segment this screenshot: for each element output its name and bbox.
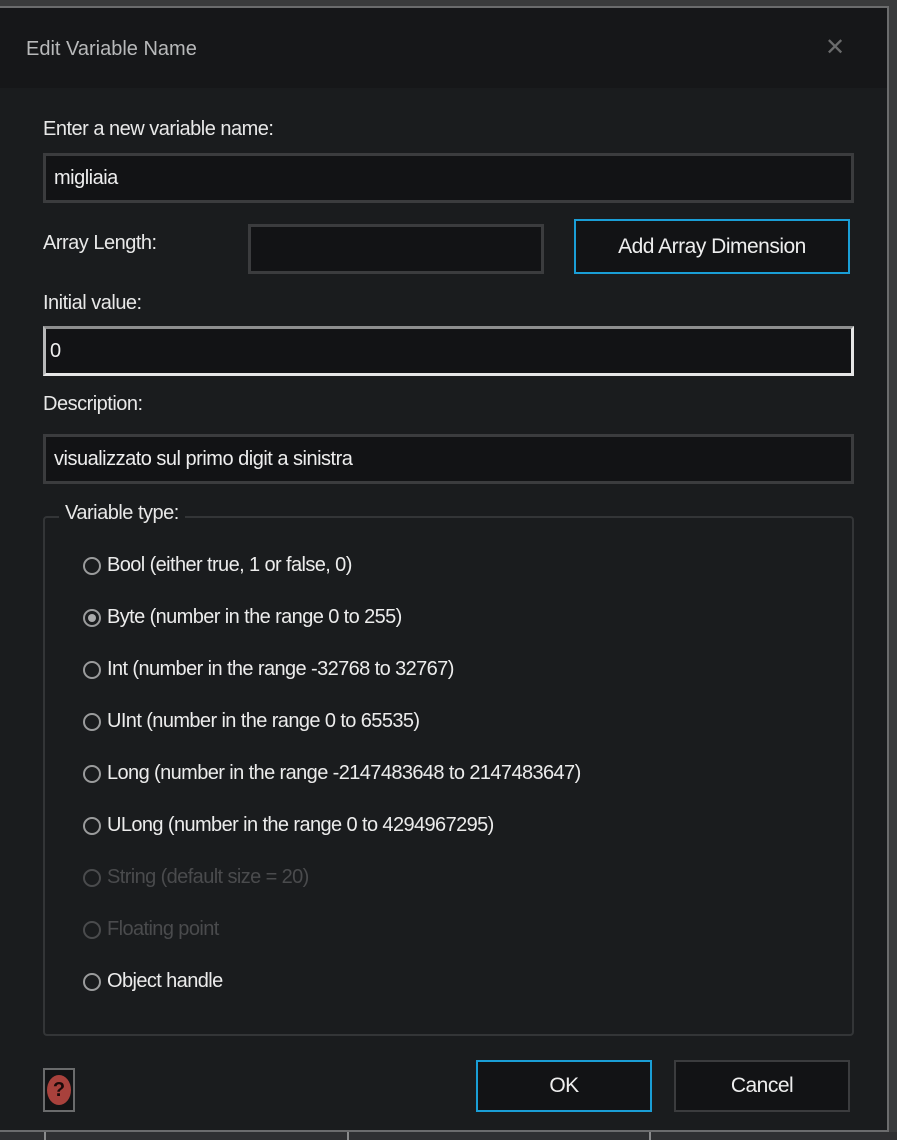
- variable-type-option-label: Object handle: [107, 970, 223, 992]
- description-label: Description:: [43, 393, 143, 415]
- help-icon: ?: [47, 1075, 71, 1105]
- variable-type-option-label: ULong (number in the range 0 to 42949672…: [107, 814, 494, 836]
- variable-type-option[interactable]: Byte (number in the range 0 to 255): [83, 606, 402, 629]
- dialog-title: Edit Variable Name: [26, 38, 197, 60]
- close-icon[interactable]: ✕: [821, 34, 849, 62]
- variable-type-option-label: Long (number in the range -2147483648 to…: [107, 762, 581, 784]
- title-bar: Edit Variable Name ✕: [0, 8, 887, 88]
- variable-type-group: Variable type: Bool (either true, 1 or f…: [43, 502, 854, 1036]
- background-window-edge: [0, 1132, 897, 1140]
- array-length-input[interactable]: [248, 224, 544, 274]
- radio-unchecked-icon[interactable]: [83, 712, 101, 731]
- variable-name-value: migliaia: [54, 166, 118, 189]
- variable-type-option-label: Byte (number in the range 0 to 255): [107, 606, 402, 628]
- variable-type-option-label: Bool (either true, 1 or false, 0): [107, 554, 352, 576]
- description-value: visualizzato sul primo digit a sinistra: [54, 447, 353, 470]
- edit-variable-dialog: Edit Variable Name ✕ Enter a new variabl…: [0, 6, 889, 1132]
- variable-type-option-label: Int (number in the range -32768 to 32767…: [107, 658, 454, 680]
- variable-type-option-label: Floating point: [107, 918, 219, 940]
- variable-type-option: String (default size = 20): [83, 866, 309, 889]
- initial-value-label: Initial value:: [43, 292, 142, 314]
- description-input[interactable]: visualizzato sul primo digit a sinistra: [43, 434, 854, 484]
- variable-type-option-label: String (default size = 20): [107, 866, 309, 888]
- array-length-label: Array Length:: [43, 232, 157, 254]
- variable-type-option-label: UInt (number in the range 0 to 65535): [107, 710, 420, 732]
- variable-type-option: Floating point: [83, 918, 219, 941]
- add-array-dimension-button[interactable]: Add Array Dimension: [574, 219, 850, 274]
- variable-type-option[interactable]: Bool (either true, 1 or false, 0): [83, 554, 352, 577]
- variable-type-option[interactable]: Int (number in the range -32768 to 32767…: [83, 658, 454, 681]
- radio-unchecked-icon[interactable]: [83, 972, 101, 991]
- radio-unchecked-icon[interactable]: [83, 556, 101, 575]
- radio-unchecked-icon: [83, 920, 101, 939]
- radio-unchecked-icon[interactable]: [83, 816, 101, 835]
- divider: [649, 1132, 651, 1140]
- divider: [44, 1132, 46, 1140]
- help-button[interactable]: ?: [43, 1068, 75, 1112]
- variable-type-option[interactable]: UInt (number in the range 0 to 65535): [83, 710, 420, 733]
- variable-type-option[interactable]: ULong (number in the range 0 to 42949672…: [83, 814, 494, 837]
- radio-unchecked-icon: [83, 868, 101, 887]
- cancel-button[interactable]: Cancel: [674, 1060, 850, 1112]
- initial-value-text: 0: [50, 339, 61, 362]
- ok-button[interactable]: OK: [476, 1060, 652, 1112]
- radio-unchecked-icon[interactable]: [83, 764, 101, 783]
- variable-type-legend: Variable type:: [59, 502, 185, 525]
- initial-value-input[interactable]: 0: [43, 326, 854, 376]
- variable-name-input[interactable]: migliaia: [43, 153, 854, 203]
- divider: [347, 1132, 349, 1140]
- variable-type-option[interactable]: Object handle: [83, 970, 223, 993]
- radio-unchecked-icon[interactable]: [83, 660, 101, 679]
- name-label: Enter a new variable name:: [43, 118, 274, 140]
- variable-type-option[interactable]: Long (number in the range -2147483648 to…: [83, 762, 581, 785]
- radio-checked-icon[interactable]: [83, 608, 101, 627]
